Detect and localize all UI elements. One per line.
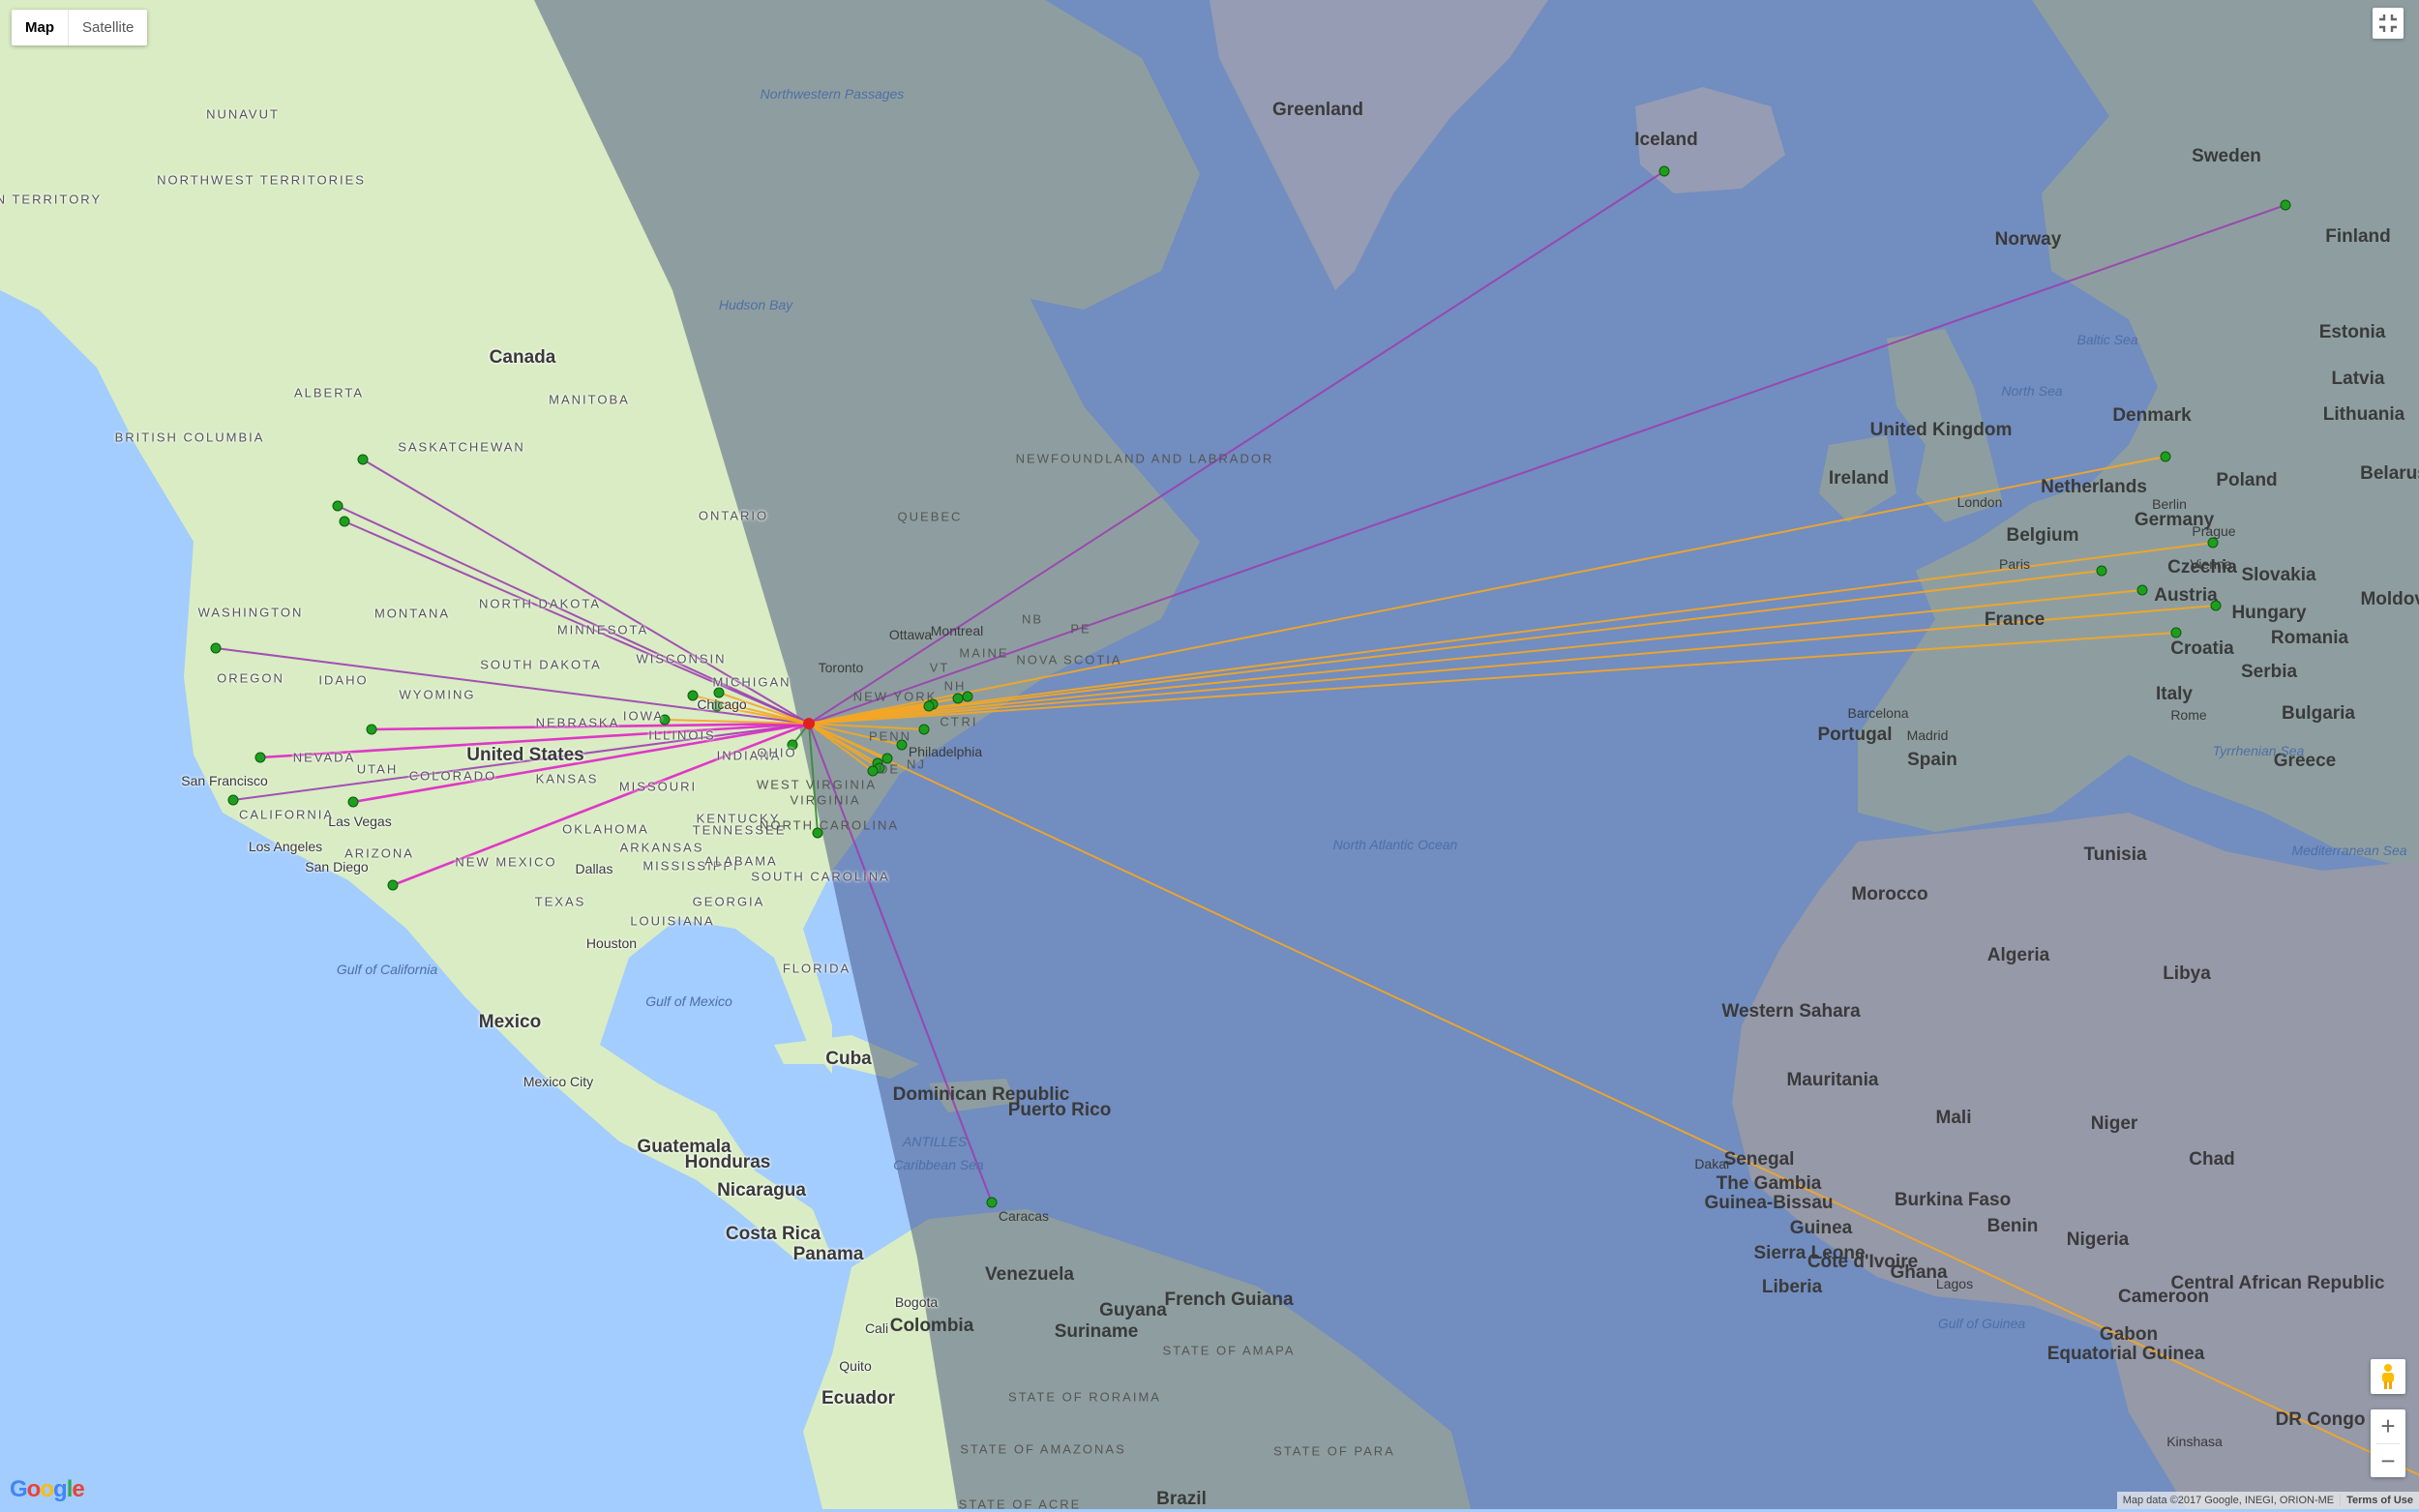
- fullscreen-exit-icon: [2379, 15, 2397, 32]
- destination-marker[interactable]: [952, 693, 964, 704]
- logo-letter: e: [72, 1476, 84, 1502]
- destination-marker[interactable]: [2136, 584, 2148, 596]
- destination-marker[interactable]: [1658, 165, 1670, 177]
- zoom-in-button[interactable]: +: [2371, 1409, 2405, 1443]
- logo-letter: o: [26, 1476, 42, 1502]
- destination-marker[interactable]: [787, 739, 798, 751]
- map-type-map-button[interactable]: Map: [12, 10, 69, 45]
- logo-letter: G: [10, 1476, 28, 1502]
- destination-marker[interactable]: [2280, 199, 2291, 211]
- destination-marker[interactable]: [711, 700, 723, 712]
- destination-marker[interactable]: [918, 724, 930, 735]
- destination-marker[interactable]: [2210, 600, 2222, 611]
- destination-marker[interactable]: [2207, 537, 2219, 548]
- map-type-control: Map Satellite: [12, 10, 148, 45]
- map-canvas[interactable]: [0, 0, 2419, 1509]
- destination-marker[interactable]: [687, 690, 699, 701]
- destination-marker[interactable]: [2170, 627, 2182, 638]
- destination-marker[interactable]: [713, 687, 725, 698]
- map-type-satellite-button[interactable]: Satellite: [69, 10, 147, 45]
- destination-marker[interactable]: [254, 752, 266, 763]
- destination-marker[interactable]: [210, 642, 222, 654]
- destination-marker[interactable]: [962, 691, 973, 702]
- destination-marker[interactable]: [896, 739, 908, 751]
- destination-marker[interactable]: [2160, 451, 2171, 462]
- destination-marker[interactable]: [867, 765, 879, 777]
- street-view-pegman-icon: [2382, 1364, 2394, 1389]
- terms-of-use-link[interactable]: Terms of Use: [2340, 1495, 2419, 1506]
- destination-marker[interactable]: [387, 879, 399, 891]
- destination-marker[interactable]: [332, 500, 343, 512]
- street-view-pegman-button[interactable]: [2371, 1359, 2405, 1394]
- map-attribution: Map data ©2017 Google, INEGI, ORION-ME T…: [2116, 1492, 2419, 1509]
- destination-marker[interactable]: [986, 1197, 998, 1208]
- destination-marker[interactable]: [227, 794, 239, 806]
- hub-marker[interactable]: [803, 718, 815, 729]
- destination-marker[interactable]: [881, 753, 893, 764]
- destination-marker[interactable]: [2096, 565, 2107, 577]
- zoom-out-button[interactable]: −: [2371, 1444, 2405, 1478]
- google-logo[interactable]: Google: [10, 1476, 85, 1503]
- logo-letter: g: [53, 1476, 68, 1502]
- fullscreen-button[interactable]: [2373, 8, 2404, 39]
- destination-marker[interactable]: [347, 796, 359, 808]
- logo-letter: o: [40, 1476, 54, 1502]
- destination-marker[interactable]: [357, 454, 369, 465]
- destination-marker[interactable]: [366, 724, 377, 735]
- destination-marker[interactable]: [339, 516, 350, 527]
- destination-marker[interactable]: [812, 827, 823, 839]
- attribution-text: Map data ©2017 Google, INEGI, ORION-ME: [2122, 1495, 2335, 1506]
- zoom-control: + −: [2371, 1409, 2405, 1477]
- destination-marker[interactable]: [923, 700, 935, 712]
- destination-marker[interactable]: [659, 714, 671, 726]
